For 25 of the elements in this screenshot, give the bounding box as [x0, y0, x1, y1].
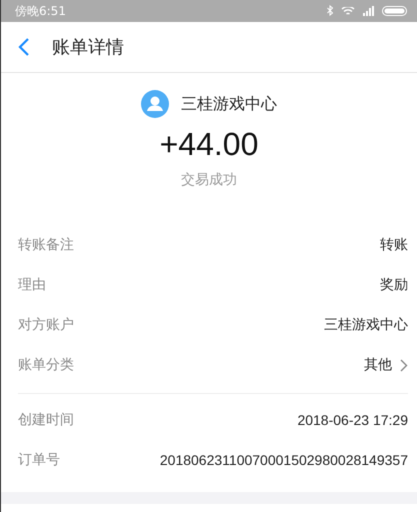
bluetooth-icon	[327, 5, 333, 17]
row-label: 理由	[18, 276, 46, 294]
avatar-icon	[141, 90, 169, 118]
row-value: 三桂游戏中心	[324, 316, 408, 334]
signal-icon	[363, 6, 374, 16]
status-time: 傍晚6:51	[15, 2, 66, 20]
row-label: 对方账户	[18, 316, 74, 334]
back-icon[interactable]	[18, 38, 30, 56]
row-value: 2018-06-23 17:29	[297, 412, 408, 428]
row-label: 账单分类	[18, 356, 74, 374]
battery-icon	[382, 6, 407, 16]
chevron-right-icon	[400, 358, 408, 372]
amount: +44.00	[160, 126, 258, 163]
row-value: 奖励	[380, 276, 408, 294]
payee-name: 三桂游戏中心	[181, 94, 277, 114]
detail-row[interactable]: 账单分类 其他	[18, 345, 408, 385]
row-label: 转账备注	[18, 236, 74, 254]
row-value: 20180623110070001502980028149357	[160, 452, 408, 468]
row-label: 创建时间	[18, 411, 74, 429]
transaction-status: 交易成功	[181, 171, 237, 189]
row-value: 转账	[380, 236, 408, 254]
row-value: 其他	[364, 356, 392, 374]
page-title: 账单详情	[52, 36, 124, 59]
row-label: 订单号	[18, 451, 60, 469]
wifi-icon	[341, 7, 355, 15]
